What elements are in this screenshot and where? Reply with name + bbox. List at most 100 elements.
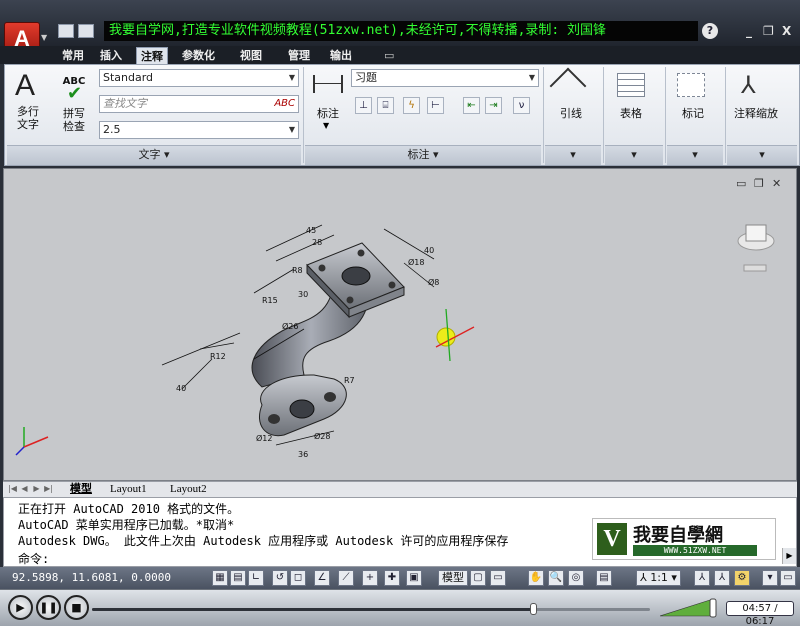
- find-text-input[interactable]: 查找文字 ABC: [99, 95, 299, 113]
- find-text-placeholder: 查找文字: [103, 97, 147, 110]
- polar-tracking-icon[interactable]: ↺: [272, 570, 288, 586]
- object-snap-tracking-icon[interactable]: ∠: [314, 570, 330, 586]
- workspace-switch-icon[interactable]: ⚙: [734, 570, 750, 586]
- tab-layout1[interactable]: Layout1: [107, 482, 150, 497]
- text-style-value: Standard: [103, 71, 154, 84]
- next-layout-icon[interactable]: ▶: [31, 483, 42, 495]
- grid-display-icon[interactable]: ▤: [230, 570, 246, 586]
- tab-annotate[interactable]: 注释: [136, 47, 168, 64]
- text-height-select[interactable]: 2.5 ▼: [99, 121, 299, 139]
- continue-dimension-icon[interactable]: ⊢: [427, 97, 444, 114]
- tab-home[interactable]: 常用: [58, 47, 88, 64]
- close-button[interactable]: X: [782, 24, 791, 38]
- table-panel-footer[interactable]: ▾: [605, 145, 663, 165]
- multiline-text-label[interactable]: 多行: [11, 105, 45, 118]
- annotation-scale-icon[interactable]: ⅄: [741, 71, 756, 99]
- text-panel-footer[interactable]: 文字 ▾: [7, 145, 301, 165]
- tab-layout2[interactable]: Layout2: [167, 482, 210, 497]
- find-replace-icon[interactable]: ABC: [274, 96, 295, 112]
- leader-label[interactable]: 引线: [547, 107, 595, 120]
- annotation-scale-select[interactable]: ⅄ 1:1 ▾: [636, 570, 681, 586]
- play-button[interactable]: ▶: [8, 595, 33, 620]
- ribbon-minimize-icon[interactable]: ▭: [380, 47, 398, 64]
- cursor-coordinates[interactable]: 92.5898, 11.6081, 0.0000: [12, 571, 171, 584]
- scale-panel-footer[interactable]: ▾: [727, 145, 797, 165]
- dim-break-icon[interactable]: ⌸: [377, 97, 394, 114]
- command-scroll-arrow-icon[interactable]: ▶: [782, 548, 796, 564]
- quick-view-drawings-icon[interactable]: ▭: [490, 570, 506, 586]
- zoom-icon[interactable]: 🔍: [548, 570, 564, 586]
- panel-divider: [603, 67, 604, 163]
- tab-manage[interactable]: 管理: [284, 47, 314, 64]
- drawing-viewport[interactable]: ▭ ❐ ✕ 45 28 40 R8 30 R15 Ø26 R12 40 R7 Ø…: [3, 168, 797, 481]
- leader-icon[interactable]: [549, 67, 587, 105]
- viewcube-icon[interactable]: [737, 224, 775, 272]
- multiline-text-icon[interactable]: A: [15, 69, 35, 103]
- app-menu-arrow-icon[interactable]: ▼: [41, 33, 47, 42]
- dynamic-ucs-icon[interactable]: ⟋: [338, 570, 354, 586]
- jog-line-icon[interactable]: ν: [513, 97, 530, 114]
- first-layout-icon[interactable]: |◀: [7, 483, 18, 495]
- last-layout-icon[interactable]: ▶|: [43, 483, 54, 495]
- steering-wheel-icon[interactable]: ◎: [568, 570, 584, 586]
- auto-scale-icon[interactable]: ⅄: [714, 570, 730, 586]
- stop-button[interactable]: ■: [64, 595, 89, 620]
- restore-button[interactable]: ❐: [763, 24, 774, 38]
- command-window[interactable]: 正在打开 AutoCAD 2010 格式的文件。 AutoCAD 菜单实用程序已…: [3, 497, 797, 567]
- inspect-dimension-icon[interactable]: ϟ: [403, 97, 420, 114]
- help-button[interactable]: ?: [702, 23, 718, 39]
- spell-check-label[interactable]: 拼写: [61, 107, 87, 120]
- table-icon[interactable]: [617, 73, 645, 97]
- spell-check-label-2[interactable]: 检查: [61, 120, 87, 133]
- tab-view[interactable]: 视图: [236, 47, 266, 64]
- multiline-text-label-2[interactable]: 文字: [11, 118, 45, 131]
- dimension-label[interactable]: 标注: [311, 107, 345, 120]
- dimension-style-select[interactable]: 习题 ▼: [351, 69, 539, 87]
- linear-dimension-icon[interactable]: [313, 75, 343, 93]
- chevron-down-icon: ▼: [528, 73, 535, 82]
- pan-icon[interactable]: ✋: [528, 570, 544, 586]
- dim-space-icon[interactable]: ⊥: [355, 97, 372, 114]
- tab-model[interactable]: 模型: [67, 482, 95, 497]
- status-bar: 92.5898, 11.6081, 0.0000 ▦ ▤ ∟ ↺ ◻ ∠ ⟋ +…: [0, 567, 800, 589]
- annotation-visibility-icon[interactable]: ⅄: [694, 570, 710, 586]
- panel-divider: [665, 67, 666, 163]
- seek-handle[interactable]: [529, 603, 537, 615]
- annotation-scale-label[interactable]: 注释缩放: [727, 107, 785, 120]
- panel-divider: [725, 67, 726, 163]
- pause-button[interactable]: ❚❚: [36, 595, 61, 620]
- text-style-select[interactable]: Standard ▼: [99, 69, 299, 87]
- new-file-icon[interactable]: [58, 24, 74, 38]
- markup-icon[interactable]: [677, 73, 705, 97]
- prev-layout-icon[interactable]: ◀: [19, 483, 30, 495]
- quick-properties-icon[interactable]: ▣: [406, 570, 422, 586]
- object-snap-icon[interactable]: ◻: [290, 570, 306, 586]
- status-menu-arrow-icon[interactable]: ▾: [762, 570, 778, 586]
- lineweight-icon[interactable]: ✚: [384, 570, 400, 586]
- markup-panel-footer[interactable]: ▾: [667, 145, 723, 165]
- dynamic-input-icon[interactable]: +: [362, 570, 378, 586]
- quick-view-layouts-icon[interactable]: ▢: [470, 570, 486, 586]
- tab-output[interactable]: 输出: [326, 47, 356, 64]
- table-label[interactable]: 表格: [607, 107, 655, 120]
- markup-label[interactable]: 标记: [669, 107, 717, 120]
- minimize-button[interactable]: _: [746, 24, 752, 38]
- seek-bar[interactable]: [92, 603, 650, 615]
- seek-progress: [92, 608, 533, 611]
- dim-d8: Ø8: [428, 277, 439, 287]
- tab-parametric[interactable]: 参数化: [178, 47, 219, 64]
- model-space-button[interactable]: 模型: [438, 570, 468, 586]
- open-file-icon[interactable]: [78, 24, 94, 38]
- ortho-mode-icon[interactable]: ∟: [248, 570, 264, 586]
- chevron-down-icon[interactable]: ▼: [323, 121, 329, 130]
- override-dimension-icon[interactable]: ⇥: [485, 97, 502, 114]
- show-motion-icon[interactable]: ▤: [596, 570, 612, 586]
- dim-r12: R12: [210, 352, 226, 361]
- volume-slider[interactable]: [660, 598, 718, 618]
- dimension-panel-footer[interactable]: 标注 ▾: [305, 145, 541, 165]
- snap-mode-icon[interactable]: ▦: [212, 570, 228, 586]
- leader-panel-footer[interactable]: ▾: [545, 145, 601, 165]
- tab-insert[interactable]: 插入: [96, 47, 126, 64]
- clean-screen-icon[interactable]: ▭: [780, 570, 796, 586]
- update-dimension-icon[interactable]: ⇤: [463, 97, 480, 114]
